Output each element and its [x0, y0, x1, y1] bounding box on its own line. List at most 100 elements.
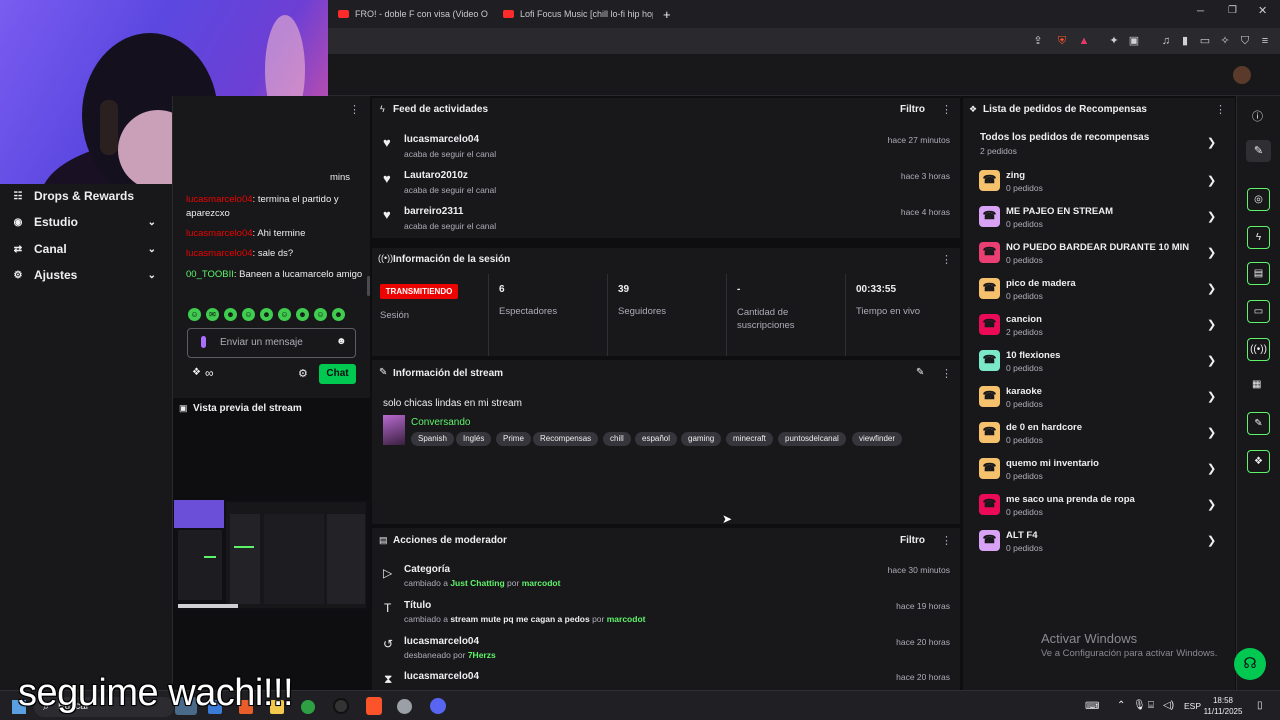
keyboard-icon[interactable]: ⌨ — [1085, 701, 1099, 712]
extensions-icon[interactable]: ✦ — [1107, 34, 1121, 48]
chevron-right-icon[interactable]: ❯ — [1207, 534, 1216, 547]
reward-name[interactable]: quemo mi inventario — [1006, 458, 1099, 469]
emoji-picker-icon[interactable]: ☻ — [336, 336, 347, 347]
chevron-right-icon[interactable]: ❯ — [1207, 210, 1216, 223]
chevron-up-icon[interactable]: ⌃ — [1117, 700, 1125, 711]
obs-icon[interactable] — [333, 698, 349, 714]
emote-icon[interactable]: ✉ — [206, 308, 219, 321]
browser-tab[interactable]: FRO! - doble F con visa (Video Oficia — [338, 4, 488, 24]
reward-name[interactable]: zing — [1006, 170, 1025, 181]
reward-name[interactable]: cancion — [1006, 314, 1042, 325]
chevron-right-icon[interactable]: ❯ — [1207, 462, 1216, 475]
edit-pencil-icon[interactable]: ✎ — [916, 367, 924, 378]
wallet-icon[interactable]: ▭ — [1198, 34, 1212, 48]
stream-preview-video[interactable] — [174, 500, 370, 610]
stream-tag[interactable]: Inglés — [456, 432, 492, 446]
ad-action-button[interactable]: ϟ — [1247, 226, 1270, 249]
rewards-action-button[interactable]: ❖ — [1247, 450, 1270, 473]
chat-username[interactable]: lucasmarcelo04 — [186, 228, 253, 239]
detail-moderator[interactable]: marcodot — [522, 578, 561, 588]
sidebar-item-ajustes[interactable]: ⚙ Ajustes ⌄ — [10, 266, 160, 284]
stream-tag[interactable]: minecraft — [726, 432, 773, 446]
chevron-right-icon[interactable]: ❯ — [1207, 354, 1216, 367]
taskbar-app-icon[interactable] — [397, 699, 412, 714]
brave-browser-icon[interactable] — [366, 697, 382, 715]
mod-filter-button[interactable]: Filtro — [900, 535, 925, 546]
chat-more-icon[interactable]: ⋮ — [349, 103, 360, 116]
stream-tag[interactable]: puntosdelcanal — [778, 432, 846, 446]
detail-moderator[interactable]: 7Herzs — [468, 650, 496, 660]
activity-username[interactable]: Lautaro2010z — [404, 170, 468, 181]
chevron-right-icon[interactable]: ❯ — [1207, 174, 1216, 187]
stream-tag[interactable]: chill — [603, 432, 631, 446]
activity-filter-button[interactable]: Filtro — [900, 104, 925, 115]
emote-icon[interactable]: ☺ — [242, 308, 255, 321]
vpn-icon[interactable]: ⛉ — [1238, 34, 1252, 48]
detail-target[interactable]: Just Chatting — [450, 578, 504, 588]
chevron-right-icon[interactable]: ❯ — [1207, 246, 1216, 259]
help-chat-button[interactable]: ☊ — [1234, 648, 1266, 680]
chat-settings-gear-icon[interactable]: ⚙ — [298, 367, 308, 380]
mod-action-title[interactable]: lucasmarcelo04 — [404, 671, 479, 682]
emote-icon[interactable]: ☻ — [260, 308, 273, 321]
info-icon[interactable]: ⓘ — [1252, 108, 1263, 124]
emote-icon[interactable]: ☺ — [278, 308, 291, 321]
activity-username[interactable]: barreiro2311 — [404, 206, 464, 217]
microphone-tray-icon[interactable]: 🎙 — [1133, 700, 1146, 711]
more-options-icon[interactable]: ⋮ — [941, 534, 952, 547]
raid-action-button[interactable]: ((•)) — [1247, 338, 1270, 361]
reward-name[interactable]: ME PAJEO EN STREAM — [1006, 206, 1113, 217]
rewards-icon[interactable]: ▲ — [1077, 34, 1091, 48]
all-rewards-title[interactable]: Todos los pedidos de recompensas — [980, 132, 1149, 143]
stream-tag[interactable]: español — [635, 432, 678, 446]
reward-name[interactable]: me saco una prenda de ropa — [1006, 494, 1135, 505]
chevron-right-icon[interactable]: ❯ — [1207, 426, 1216, 439]
activity-username[interactable]: lucasmarcelo04 — [404, 134, 479, 145]
chat-username[interactable]: 00_TOOBII — [186, 269, 234, 280]
marker-action-button[interactable]: ▤ — [1247, 262, 1270, 285]
reward-name[interactable]: pico de madera — [1006, 278, 1076, 289]
chevron-right-icon[interactable]: ❯ — [1207, 390, 1216, 403]
sidebar-toggle-icon[interactable]: ▮ — [1178, 34, 1192, 48]
reward-name[interactable]: NO PUEDO BARDEAR DURANTE 10 MIN — [1006, 242, 1189, 253]
stream-manager-icon[interactable]: ▦ — [1252, 379, 1261, 390]
avatar[interactable] — [1233, 66, 1251, 84]
close-window-button[interactable]: ✕ — [1258, 4, 1267, 17]
chat-send-button[interactable]: Chat — [319, 364, 356, 384]
restore-button[interactable]: ❐ — [1228, 5, 1237, 16]
xbox-icon[interactable] — [301, 700, 315, 714]
reward-name[interactable]: de 0 en hardcore — [1006, 422, 1082, 433]
brave-shield-icon[interactable]: ⛨ — [1055, 34, 1069, 48]
volume-icon[interactable]: ◁) — [1163, 700, 1174, 711]
chat-scrollbar[interactable] — [367, 276, 370, 296]
stream-tag[interactable]: Recompensas — [533, 432, 599, 446]
reward-name[interactable]: ALT F4 — [1006, 530, 1038, 541]
leo-ai-icon[interactable]: ✧ — [1218, 34, 1232, 48]
emote-icon[interactable]: ☻ — [332, 308, 345, 321]
new-tab-button[interactable]: + — [663, 4, 677, 24]
more-options-icon[interactable]: ⋮ — [941, 253, 952, 266]
browser-tab[interactable]: Lofi Focus Music [chill lo-fi hip hop b — [503, 4, 653, 24]
more-options-icon[interactable]: ⋮ — [1215, 103, 1226, 116]
music-icon[interactable]: ♫ — [1159, 34, 1173, 48]
emote-icon[interactable]: ☻ — [224, 308, 237, 321]
stream-tag[interactable]: Spanish — [411, 432, 454, 446]
chat-username[interactable]: lucasmarcelo04 — [186, 194, 253, 205]
stream-category-link[interactable]: Conversando — [411, 417, 470, 428]
discord-icon[interactable] — [430, 698, 446, 714]
chevron-right-icon[interactable]: ❯ — [1207, 282, 1216, 295]
emote-icon[interactable]: ☻ — [296, 308, 309, 321]
reward-name[interactable]: karaoke — [1006, 386, 1042, 397]
taskbar-time[interactable]: 18:58 — [1203, 696, 1243, 705]
channel-points-icon[interactable]: ❖ — [192, 367, 201, 378]
more-options-icon[interactable]: ⋮ — [941, 103, 952, 116]
stream-tag[interactable]: Prime — [496, 432, 531, 446]
more-options-icon[interactable]: ⋮ — [941, 367, 952, 380]
clip-action-button[interactable]: ◎ — [1247, 188, 1270, 211]
detail-moderator[interactable]: marcodot — [607, 614, 646, 624]
mod-action-title[interactable]: lucasmarcelo04 — [404, 636, 479, 647]
share-icon[interactable]: ⇪ — [1031, 34, 1045, 48]
microphone-icon[interactable] — [201, 336, 206, 348]
reward-name[interactable]: 10 flexiones — [1006, 350, 1060, 361]
emote-icon[interactable]: ☺ — [314, 308, 327, 321]
